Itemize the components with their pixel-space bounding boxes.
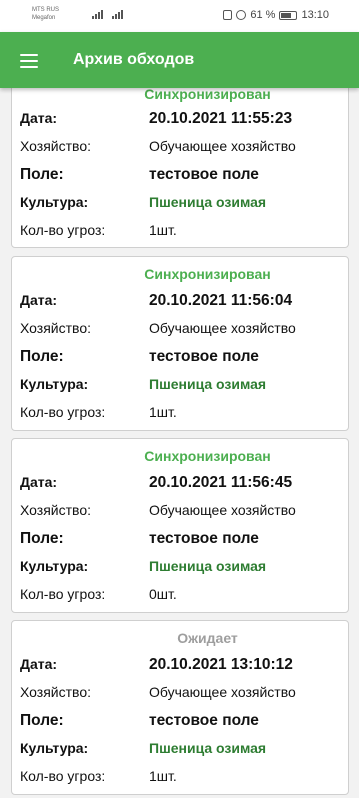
threats-label: Кол-во угроз: xyxy=(20,222,106,238)
field-row: Поле: тестовое поле xyxy=(20,712,340,732)
threats-label: Кол-во угроз: xyxy=(20,586,106,602)
crop-label: Культура: xyxy=(20,558,89,574)
field-value: тестовое поле xyxy=(149,166,259,183)
date-value: 20.10.2021 11:55:23 xyxy=(149,110,293,127)
signal-icon xyxy=(112,10,126,19)
status-indicators: 61 % 13:10 xyxy=(223,9,329,21)
threats-label: Кол-во угроз: xyxy=(20,404,106,420)
battery-percent: 61 % xyxy=(250,9,276,21)
farm-label: Хозяйство: xyxy=(20,502,91,518)
field-label: Поле: xyxy=(20,530,64,547)
farm-row: Хозяйство: Обучающее хозяйство xyxy=(20,502,340,522)
signal-icon xyxy=(92,10,106,19)
record-card[interactable]: Синхронизирован Дата: 20.10.2021 11:56:4… xyxy=(11,438,349,613)
hamburger-menu-icon[interactable] xyxy=(20,54,38,68)
threats-row: Кол-во угроз: 1шт. xyxy=(20,404,340,424)
farm-row: Хозяйство: Обучающее хозяйство xyxy=(20,138,340,158)
farm-value: Обучающее хозяйство xyxy=(149,684,296,700)
threats-value: 1шт. xyxy=(149,222,177,238)
farm-value: Обучающее хозяйство xyxy=(149,138,296,154)
date-label: Дата: xyxy=(20,474,58,490)
crop-row: Культура: Пшеница озимая xyxy=(20,376,340,396)
field-label: Поле: xyxy=(20,712,64,729)
threats-row: Кол-во угроз: 1шт. xyxy=(20,222,340,242)
crop-row: Культура: Пшеница озимая xyxy=(20,194,340,214)
threats-label: Кол-во угроз: xyxy=(20,768,106,784)
crop-row: Культура: Пшеница озимая xyxy=(20,740,340,760)
date-value: 20.10.2021 13:10:12 xyxy=(149,656,293,673)
date-label: Дата: xyxy=(20,292,58,308)
crop-label: Культура: xyxy=(20,194,89,210)
sync-status: Ожидает xyxy=(177,630,238,646)
carrier-info: MTS RUS Megafon xyxy=(32,6,59,22)
farm-value: Обучающее хозяйство xyxy=(149,502,296,518)
crop-label: Культура: xyxy=(20,376,89,392)
threats-value: 1шт. xyxy=(149,768,177,784)
crop-value: Пшеница озимая xyxy=(149,194,267,210)
sync-status: Синхронизирован xyxy=(144,86,271,102)
field-value: тестовое поле xyxy=(149,530,259,547)
crop-value: Пшеница озимая xyxy=(149,558,267,574)
record-card[interactable]: Ожидает Дата: 20.10.2021 13:10:12 Хозяйс… xyxy=(11,620,349,795)
farm-label: Хозяйство: xyxy=(20,684,91,700)
field-row: Поле: тестовое поле xyxy=(20,348,340,368)
field-row: Поле: тестовое поле xyxy=(20,166,340,186)
date-row: Дата: 20.10.2021 11:55:23 xyxy=(20,110,340,130)
threats-value: 0шт. xyxy=(149,586,177,602)
sync-status: Синхронизирован xyxy=(144,266,271,282)
crop-value: Пшеница озимая xyxy=(149,376,267,392)
archive-list[interactable]: Синхронизирован Дата: 20.10.2021 11:55:2… xyxy=(0,0,359,798)
date-row: Дата: 20.10.2021 13:10:12 xyxy=(20,656,340,676)
farm-row: Хозяйство: Обучающее хозяйство xyxy=(20,684,340,704)
date-label: Дата: xyxy=(20,656,58,672)
field-label: Поле: xyxy=(20,166,64,183)
nfc-icon xyxy=(223,10,233,20)
threats-row: Кол-во угроз: 0шт. xyxy=(20,586,340,606)
battery-icon xyxy=(279,10,298,20)
farm-row: Хозяйство: Обучающее хозяйство xyxy=(20,320,340,340)
field-value: тестовое поле xyxy=(149,712,259,729)
carrier-line-2: Megafon xyxy=(32,15,56,21)
carrier-line-1: MTS RUS xyxy=(32,7,59,13)
field-row: Поле: тестовое поле xyxy=(20,530,340,550)
record-card[interactable]: Синхронизирован Дата: 20.10.2021 11:56:0… xyxy=(11,256,349,431)
app-bar: Архив обходов xyxy=(0,32,359,88)
threats-value: 1шт. xyxy=(149,404,177,420)
date-value: 20.10.2021 11:56:45 xyxy=(149,474,293,491)
sync-status: Синхронизирован xyxy=(144,448,271,464)
date-row: Дата: 20.10.2021 11:56:04 xyxy=(20,292,340,312)
crop-value: Пшеница озимая xyxy=(149,740,267,756)
date-row: Дата: 20.10.2021 11:56:45 xyxy=(20,474,340,494)
page-title: Архив обходов xyxy=(73,51,195,68)
farm-value: Обучающее хозяйство xyxy=(149,320,296,336)
status-bar: MTS RUS Megafon 61 % 13:10 xyxy=(0,0,359,32)
crop-row: Культура: Пшеница озимая xyxy=(20,558,340,578)
date-value: 20.10.2021 11:56:04 xyxy=(149,292,293,309)
date-label: Дата: xyxy=(20,110,58,126)
clock: 13:10 xyxy=(301,9,329,21)
record-card[interactable]: Синхронизирован Дата: 20.10.2021 11:55:2… xyxy=(11,78,349,248)
crop-label: Культура: xyxy=(20,740,89,756)
farm-label: Хозяйство: xyxy=(20,320,91,336)
field-label: Поле: xyxy=(20,348,64,365)
threats-row: Кол-во угроз: 1шт. xyxy=(20,768,340,788)
alarm-icon xyxy=(236,10,247,20)
farm-label: Хозяйство: xyxy=(20,138,91,154)
field-value: тестовое поле xyxy=(149,348,259,365)
